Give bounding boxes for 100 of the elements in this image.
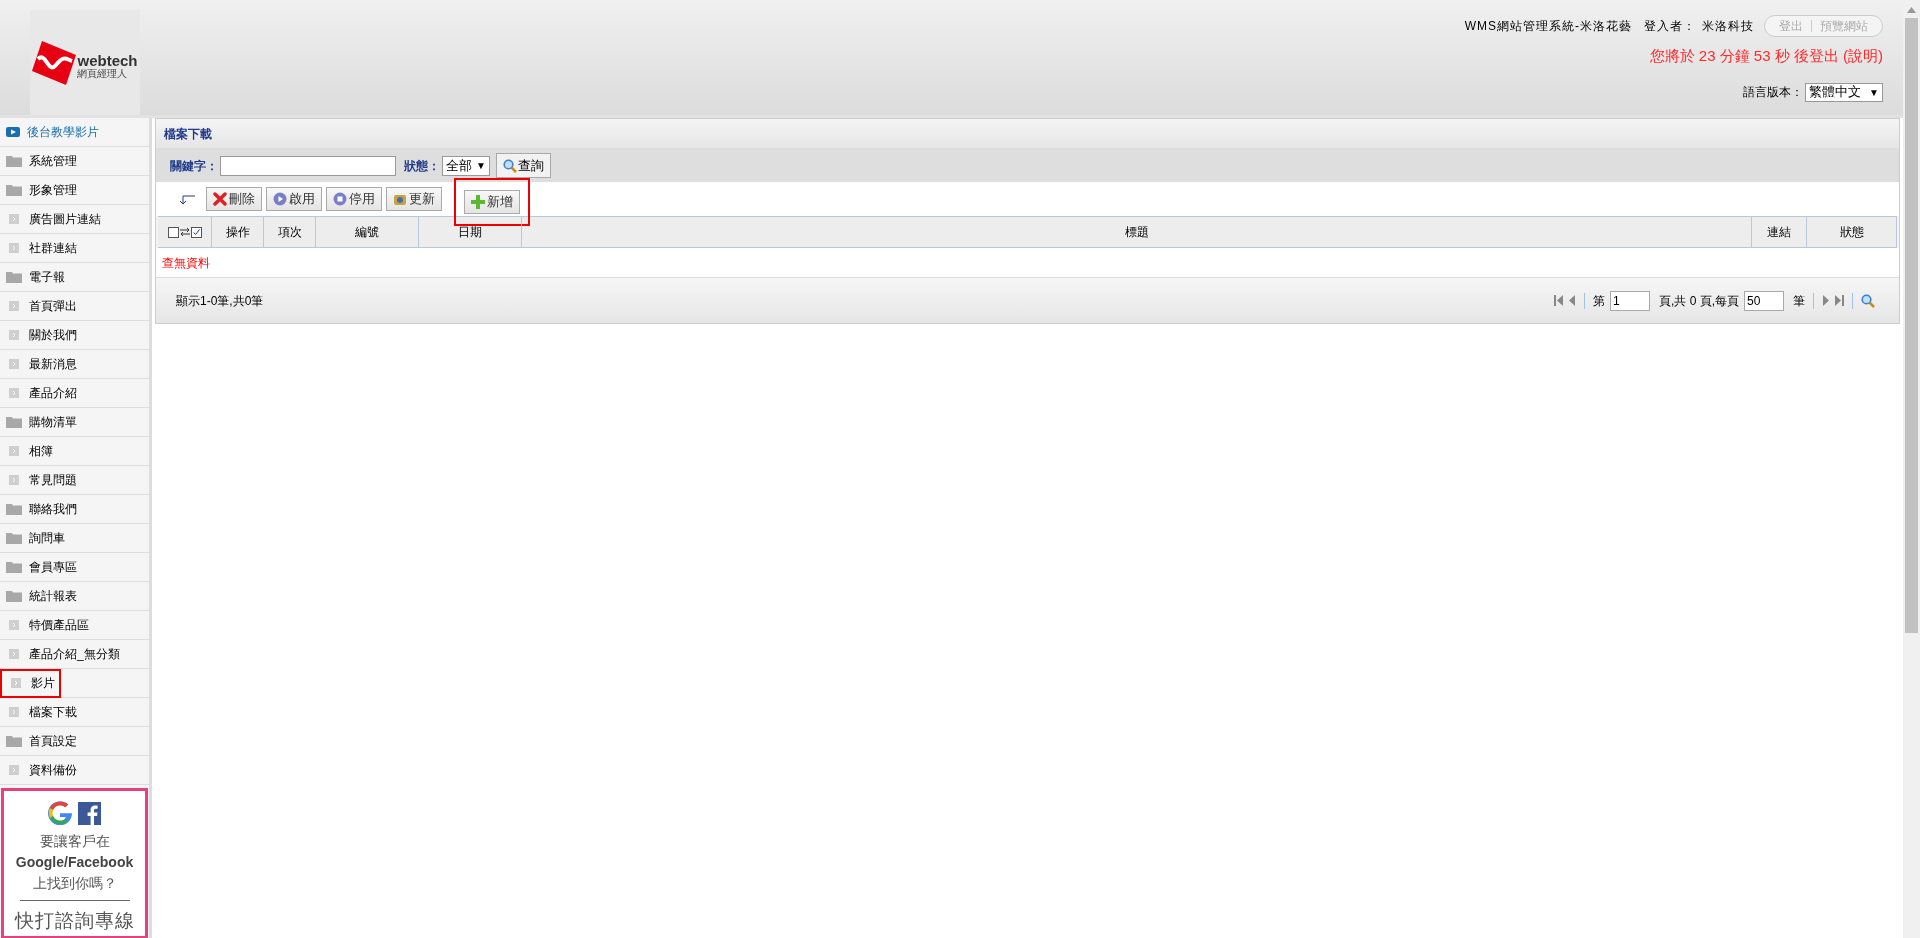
status-label: 狀態： — [404, 157, 440, 175]
per-page-unit: 筆 — [1793, 292, 1805, 310]
sidebar-item[interactable]: 首頁設定 — [0, 727, 149, 756]
arrow-icon — [9, 388, 19, 398]
folder-icon — [6, 416, 22, 428]
logo-icon — [32, 40, 77, 85]
sidebar-item[interactable]: 廣告圖片連結 — [0, 205, 149, 234]
column-header: 日期 — [419, 217, 522, 247]
record-summary: 顯示1-0筆,共0筆 — [176, 292, 264, 310]
sidebar-item[interactable]: 電子報 — [0, 263, 149, 292]
arrow-icon — [9, 707, 19, 717]
column-header: 連結 — [1752, 217, 1807, 247]
swap-icon[interactable] — [179, 227, 190, 237]
promo-text: 上找到你嗎？ — [32, 874, 117, 893]
arrow-icon — [9, 214, 19, 224]
keyword-label: 關鍵字： — [170, 157, 218, 175]
return-arrow-icon — [178, 193, 196, 205]
toolbar-button[interactable]: 新增 — [464, 190, 520, 214]
sidebar-item[interactable]: 聯絡我們 — [0, 495, 149, 524]
logo-subtitle: 網頁經理人 — [77, 68, 129, 81]
stop-icon — [333, 192, 347, 206]
folder-icon — [6, 271, 22, 283]
arrow-icon — [9, 359, 19, 369]
sidebar-item[interactable]: 產品介紹_無分類 — [0, 640, 149, 669]
first-page-icon[interactable] — [1554, 295, 1564, 306]
plus-icon — [471, 195, 485, 209]
folder-icon — [6, 184, 22, 196]
login-user: 米洛科技 — [1702, 18, 1754, 35]
logout-timer: 您將於 23 分鐘 53 秒 後登出 (說明) — [1649, 46, 1883, 66]
panel-title: 檔案下載 — [164, 125, 212, 143]
query-button[interactable]: 查詢 — [495, 153, 551, 178]
column-header: 狀態 — [1807, 217, 1897, 247]
sidebar-item[interactable]: 會員專區 — [0, 553, 149, 582]
sidebar-item[interactable]: 購物清單 — [0, 408, 149, 437]
sidebar-item[interactable]: 最新消息 — [0, 350, 149, 379]
language-select[interactable]: 繁體中文 ▼ — [1805, 82, 1883, 102]
sidebar-item[interactable]: 關於我們 — [0, 321, 149, 350]
promo-text: Google/Facebook — [15, 853, 134, 872]
folder-icon — [6, 155, 22, 167]
sidebar-item[interactable]: 詢問車 — [0, 524, 149, 553]
column-header: 項次 — [264, 217, 316, 247]
folder-icon — [6, 532, 22, 544]
page-field[interactable]: 1 — [1610, 290, 1650, 311]
login-label: 登入者： — [1644, 18, 1696, 35]
promo-heading: 快打諮詢專線 — [14, 909, 135, 933]
google-icon — [48, 801, 72, 825]
play-icon — [273, 192, 287, 206]
column-header: 操作 — [212, 217, 264, 247]
sidebar-item[interactable]: 系統管理 — [0, 147, 149, 176]
language-label: 語言版本： — [1743, 84, 1804, 101]
facebook-icon — [78, 801, 101, 825]
arrow-icon — [11, 678, 21, 688]
toolbar-button[interactable]: 更新 — [386, 187, 442, 211]
previous-page-icon[interactable] — [1569, 295, 1576, 306]
column-header: 標題 — [522, 217, 1752, 247]
column-header: 編號 — [316, 217, 419, 247]
play-icon — [6, 127, 20, 137]
sidebar-item[interactable]: 相簿 — [0, 437, 149, 466]
folder-icon — [6, 561, 22, 573]
arrow-icon — [9, 330, 19, 340]
sidebar-item[interactable]: 統計報表 — [0, 582, 149, 611]
empty-message: 查無資料 — [162, 254, 210, 272]
folder-icon — [6, 503, 22, 515]
keyword-field[interactable] — [220, 155, 396, 176]
sidebar-item[interactable]: 檔案下載 — [0, 698, 149, 727]
arrow-icon — [9, 301, 19, 311]
search-icon — [1861, 293, 1875, 308]
per-page-field[interactable]: 50 — [1744, 290, 1784, 311]
sidebar-item[interactable]: 資料備份 — [0, 756, 149, 785]
sidebar-item[interactable]: 產品介紹 — [0, 379, 149, 408]
logo-text: webtech — [77, 53, 138, 68]
page-total: 頁,共 0 頁,每頁 — [1659, 292, 1739, 310]
sidebar-item[interactable]: 常見問題 — [0, 466, 149, 495]
folder-icon — [6, 590, 22, 602]
arrow-icon — [9, 475, 19, 485]
page-label: 第 — [1593, 292, 1605, 310]
sidebar-item[interactable]: 影片 — [0, 669, 149, 698]
arrow-icon — [9, 649, 19, 659]
sidebar-item[interactable]: 首頁彈出 — [0, 292, 149, 321]
sidebar-item[interactable]: 形象管理 — [0, 176, 149, 205]
arrow-icon — [9, 765, 19, 775]
toolbar-button[interactable]: 刪除 — [206, 187, 262, 211]
status-select[interactable]: 全部 ▼ — [442, 155, 490, 176]
arrow-icon — [9, 620, 19, 630]
scroll-up-icon[interactable] — [1907, 7, 1916, 13]
sidebar-item[interactable]: 社群連結 — [0, 234, 149, 263]
next-page-icon[interactable] — [1822, 295, 1829, 306]
checkbox[interactable] — [190, 226, 202, 238]
last-page-icon[interactable] — [1834, 295, 1844, 306]
promo-text: 要讓客戶在 — [39, 832, 110, 851]
sidebar-item[interactable]: 後台教學影片 — [0, 118, 149, 147]
system-title: WMS網站管理系統-米洛花藝 — [1464, 18, 1632, 35]
toolbar-button[interactable]: 啟用 — [266, 187, 322, 211]
checkbox[interactable] — [167, 226, 179, 238]
search-icon — [502, 158, 517, 173]
arrow-icon — [9, 446, 19, 456]
scrollbar[interactable] — [1903, 0, 1920, 938]
close-icon — [213, 192, 227, 206]
sidebar-item[interactable]: 特價產品區 — [0, 611, 149, 640]
toolbar-button[interactable]: 停用 — [326, 187, 382, 211]
